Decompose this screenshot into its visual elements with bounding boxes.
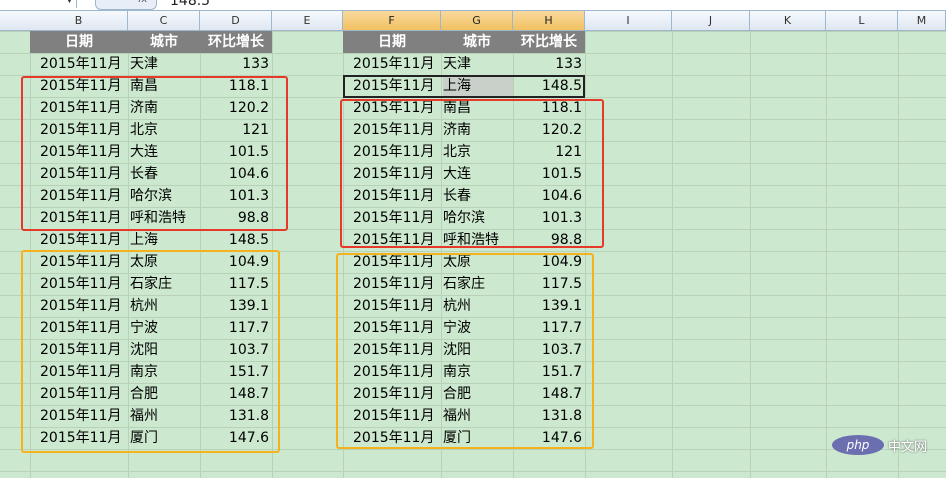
column-header-M[interactable]: M <box>898 11 946 30</box>
name-box-dropdown-icon[interactable]: ▼ <box>66 0 73 5</box>
site-watermark: php 中文网 <box>832 434 927 456</box>
column-header-L[interactable]: L <box>826 11 898 30</box>
fx-icon[interactable]: fx <box>138 0 147 5</box>
formula-input[interactable]: 148.5 <box>170 0 210 9</box>
right_table-cell[interactable]: 133 <box>513 53 582 75</box>
left_table-cell[interactable]: 2015年11月 <box>40 53 128 75</box>
left_table-cell[interactable]: 2015年11月 <box>40 229 128 251</box>
column-header-K[interactable]: K <box>750 11 826 30</box>
orange-highlight-box-left <box>21 250 280 453</box>
column-header-F[interactable]: F <box>343 11 441 30</box>
left_table-header-cell[interactable]: 城市 <box>128 31 200 53</box>
left_table-header-cell[interactable]: 日期 <box>30 31 128 53</box>
formula-bar: ▼ fx 148.5 <box>0 0 946 11</box>
column-header-H[interactable]: H <box>513 11 585 30</box>
right_table-cell[interactable]: 天津 <box>443 53 513 75</box>
column-header-B[interactable]: B <box>30 11 128 30</box>
red-highlight-box-right <box>340 99 604 248</box>
column-header-J[interactable]: J <box>672 11 750 30</box>
active-cell-selection[interactable] <box>343 75 585 98</box>
left_table-cell[interactable]: 天津 <box>130 53 200 75</box>
column-header-G[interactable]: G <box>441 11 513 30</box>
column-header-D[interactable]: D <box>200 11 272 30</box>
right_table-cell[interactable]: 2015年11月 <box>353 53 441 75</box>
watermark-text: 中文网 <box>888 439 928 455</box>
php-logo: php <box>832 435 884 455</box>
formula-buttons[interactable] <box>95 0 157 10</box>
right_table-header-cell[interactable]: 日期 <box>343 31 441 53</box>
orange-highlight-box-right <box>336 253 594 449</box>
column-header-C[interactable]: C <box>128 11 200 30</box>
left_table-header-cell[interactable]: 环比增长 <box>200 31 272 53</box>
left_table-cell[interactable]: 上海 <box>130 229 200 251</box>
column-header-I[interactable]: I <box>585 11 672 30</box>
right_table-header-cell[interactable]: 城市 <box>441 31 513 53</box>
column-header-bar: BCDEFGHIJKLM <box>0 11 946 31</box>
left_table-cell[interactable]: 148.5 <box>200 229 269 251</box>
red-highlight-box-left <box>21 76 288 231</box>
left_table-cell[interactable]: 133 <box>200 53 269 75</box>
right_table-header-cell[interactable]: 环比增长 <box>513 31 585 53</box>
column-header-E[interactable]: E <box>272 11 343 30</box>
